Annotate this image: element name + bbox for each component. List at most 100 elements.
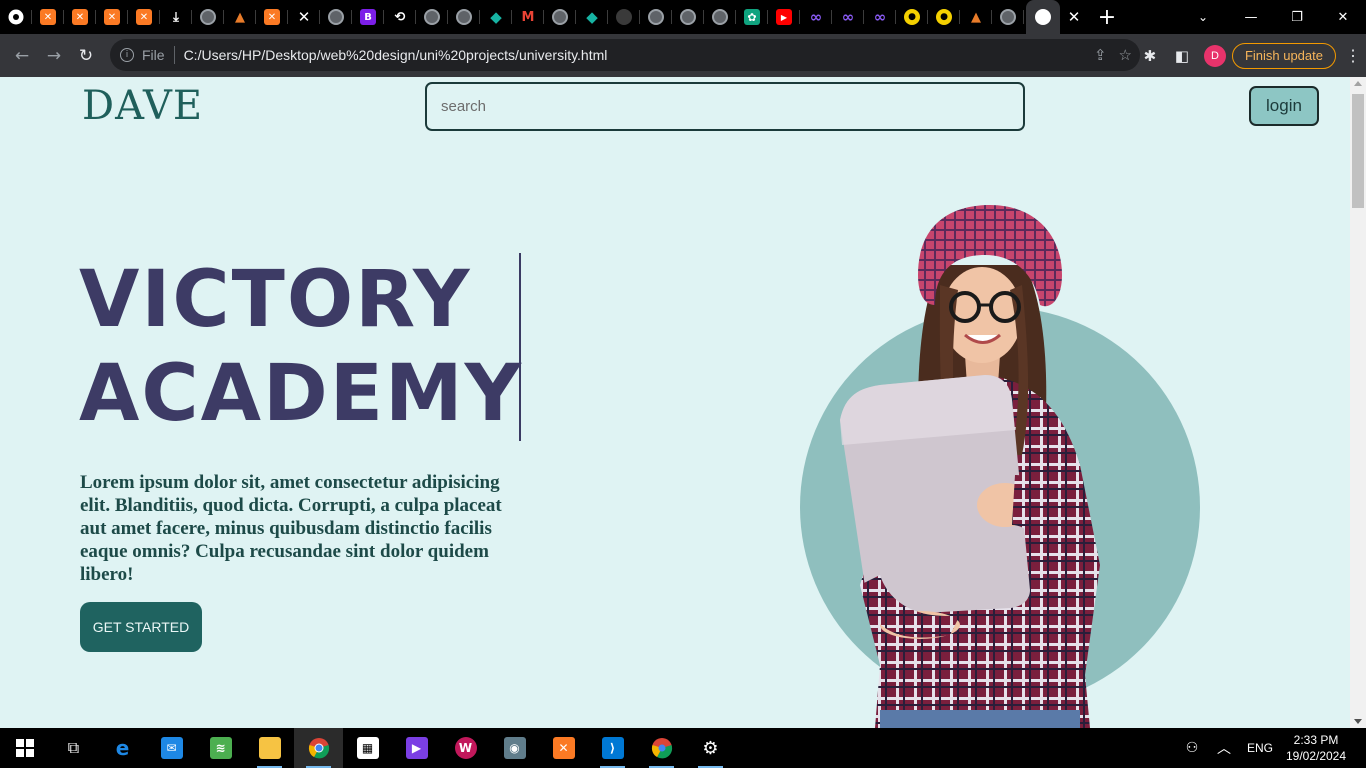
tab-xampp-5[interactable]: ✕ xyxy=(256,0,288,34)
tab-globe-6[interactable] xyxy=(640,0,672,34)
bookmark-star-icon[interactable]: ☆ xyxy=(1119,46,1132,64)
edge-icon: e xyxy=(115,736,130,760)
settings-icon: ⚙ xyxy=(702,737,719,759)
side-panel-icon[interactable]: ◧ xyxy=(1166,40,1198,72)
people-icon[interactable]: ⚇ xyxy=(1176,728,1208,768)
site-info-icon[interactable]: i xyxy=(120,48,134,62)
address-url[interactable]: C:/Users/HP/Desktop/web%20design/uni%20p… xyxy=(184,47,608,63)
window-close-icon[interactable]: ✕ xyxy=(1320,0,1366,34)
scroll-down-arrow-icon[interactable] xyxy=(1354,719,1362,724)
wps-button[interactable]: W xyxy=(441,728,490,768)
tab-globe-3[interactable] xyxy=(416,0,448,34)
tab-bootstrap[interactable]: B xyxy=(352,0,384,34)
toolbar-right: ✱ ◧ D Finish update ⋮ xyxy=(1134,34,1366,77)
new-tab-icon[interactable]: + xyxy=(1088,0,1126,34)
reload-icon[interactable]: ↻ xyxy=(70,40,102,72)
input-language[interactable]: ENG xyxy=(1240,741,1280,755)
xampp-taskbar-button[interactable]: ✕ xyxy=(539,728,588,768)
page-scrollbar[interactable] xyxy=(1350,77,1366,728)
tab-globe-5[interactable] xyxy=(544,0,576,34)
scroll-thumb[interactable] xyxy=(1352,94,1364,208)
tab-globe-4[interactable] xyxy=(448,0,480,34)
share-icon[interactable]: ⇪ xyxy=(1094,46,1107,64)
task-view-icon: ⧉ xyxy=(67,738,80,757)
owl-icon: ● xyxy=(904,9,920,25)
tab-owl-1[interactable]: ● xyxy=(896,0,928,34)
file-explorer-button[interactable] xyxy=(245,728,294,768)
github-icon xyxy=(616,9,632,25)
tab-infinity-3[interactable]: ∞ xyxy=(864,0,896,34)
teal-diamond-icon: ◆ xyxy=(490,8,502,26)
mail-button[interactable]: ✉ xyxy=(147,728,196,768)
tab-search-chevron-icon[interactable]: ⌄ xyxy=(1188,0,1218,34)
start-icon xyxy=(15,739,34,757)
tab-globe-1[interactable] xyxy=(192,0,224,34)
tab-globe-9[interactable] xyxy=(992,0,1024,34)
tab-youtube[interactable]: ▶ xyxy=(768,0,800,34)
forward-arrow-icon[interactable]: → xyxy=(38,40,70,72)
tab-xampp-1[interactable]: ✕ xyxy=(32,0,64,34)
restore-icon[interactable]: ❐ xyxy=(1274,0,1320,34)
address-scheme: File xyxy=(142,47,165,63)
store-button[interactable]: ▦ xyxy=(343,728,392,768)
tab-diamond-2[interactable]: ◆ xyxy=(576,0,608,34)
tab-diamond-1[interactable]: ◆ xyxy=(480,0,512,34)
tab-matlab-2[interactable]: ▲ xyxy=(960,0,992,34)
menu-kebab-icon[interactable]: ⋮ xyxy=(1340,40,1366,72)
tab-owl-2[interactable]: ● xyxy=(928,0,960,34)
tab-matlab-1[interactable]: ▲ xyxy=(224,0,256,34)
tab-xampp-3[interactable]: ✕ xyxy=(96,0,128,34)
close-tab-icon[interactable]: ✕ xyxy=(1060,0,1088,34)
chrome-icon[interactable] xyxy=(0,0,32,34)
wps-icon: W xyxy=(454,737,477,759)
task-view-button[interactable]: ⧉ xyxy=(49,728,98,768)
tab-xampp-2[interactable]: ✕ xyxy=(64,0,96,34)
tab-github[interactable] xyxy=(608,0,640,34)
store-icon: ▦ xyxy=(356,737,379,759)
finish-update-button[interactable]: Finish update xyxy=(1231,42,1336,69)
tray-chevron-up-icon[interactable]: ︿ xyxy=(1208,728,1240,768)
chrome-taskbar-button[interactable] xyxy=(294,728,343,768)
xampp-icon: ✕ xyxy=(104,9,120,25)
start-button[interactable] xyxy=(0,728,49,768)
download-icon: ⤓ xyxy=(173,9,179,25)
xampp-icon: ✕ xyxy=(136,9,152,25)
tab-downloads[interactable]: ⤓ xyxy=(160,0,192,34)
tab-infinity-2[interactable]: ∞ xyxy=(832,0,864,34)
student-with-laptop-image xyxy=(840,205,1100,728)
tab-infinity-1[interactable]: ∞ xyxy=(800,0,832,34)
clock-time: 2:33 PM xyxy=(1293,733,1339,747)
settings-button[interactable]: ⚙ xyxy=(686,728,735,768)
video-editor-button[interactable]: ▶ xyxy=(392,728,441,768)
tab-globe-8[interactable] xyxy=(704,0,736,34)
search-input[interactable] xyxy=(425,82,1025,131)
x-icon: ✕ xyxy=(297,8,311,26)
chrome-profile-button[interactable] xyxy=(637,728,686,768)
tab-chatgpt[interactable]: ✿ xyxy=(736,0,768,34)
profile-avatar[interactable]: D xyxy=(1203,44,1226,67)
minimize-icon[interactable]: — xyxy=(1228,0,1274,34)
xampp-icon: ✕ xyxy=(40,9,56,25)
tab-x[interactable]: ✕ xyxy=(288,0,320,34)
tab-globe-7[interactable] xyxy=(672,0,704,34)
login-button[interactable]: login xyxy=(1249,86,1319,126)
scroll-up-arrow-icon[interactable] xyxy=(1354,81,1362,86)
show-desktop-button[interactable] xyxy=(1352,728,1366,768)
bootstrap-icon: B xyxy=(360,9,376,25)
google-lens-icon xyxy=(1035,9,1051,25)
vscode-button[interactable]: ⟩ xyxy=(588,728,637,768)
camera-button[interactable]: ◉ xyxy=(490,728,539,768)
active-tab[interactable] xyxy=(1026,0,1060,34)
edge-button[interactable]: e xyxy=(98,728,147,768)
extensions-puzzle-icon[interactable]: ✱ xyxy=(1134,40,1166,72)
address-bar[interactable]: i File C:/Users/HP/Desktop/web%20design/… xyxy=(110,39,1140,71)
get-started-button[interactable]: GET STARTED xyxy=(80,602,202,652)
back-arrow-icon[interactable]: ← xyxy=(6,40,38,72)
tab-gmail[interactable]: M xyxy=(512,0,544,34)
site-logo[interactable]: DAVE xyxy=(82,83,203,129)
tab-globe-2[interactable] xyxy=(320,0,352,34)
green-app-button[interactable]: ≋ xyxy=(196,728,245,768)
clock[interactable]: 2:33 PM 19/02/2024 xyxy=(1280,732,1352,764)
tab-xampp-4[interactable]: ✕ xyxy=(128,0,160,34)
tab-history[interactable]: ⟲ xyxy=(384,0,416,34)
